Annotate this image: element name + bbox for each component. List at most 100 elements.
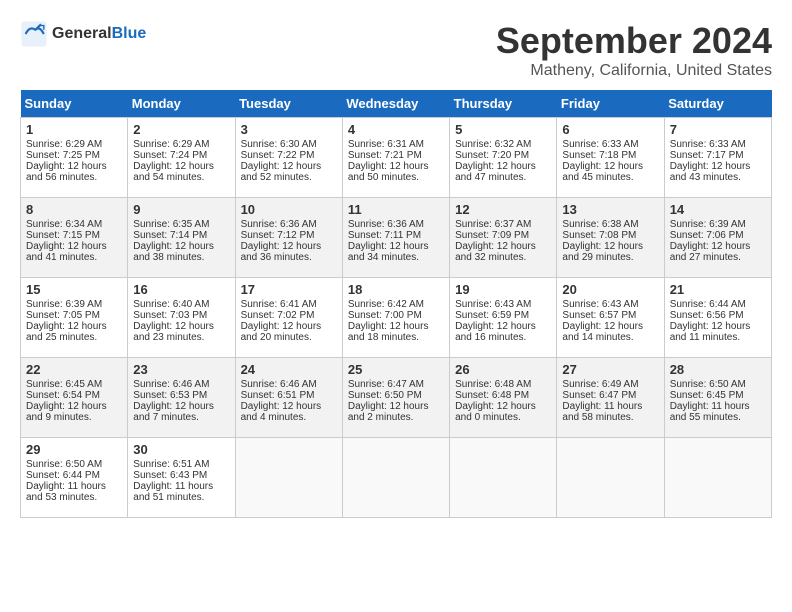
daylight-label: Daylight: 12 hours and 32 minutes. [455,241,536,263]
day-number: 25 [348,362,444,377]
day-number: 12 [455,202,551,217]
col-saturday: Saturday [664,90,771,118]
day-number: 20 [562,282,658,297]
calendar-cell: 3Sunrise: 6:30 AMSunset: 7:22 PMDaylight… [235,118,342,198]
calendar-cell [557,438,664,518]
calendar-cell [235,438,342,518]
sunset-label: Sunset: 7:03 PM [133,310,207,321]
day-number: 9 [133,202,229,217]
page-container: GeneralBlue September 2024 Matheny, Cali… [20,20,772,518]
daylight-label: Daylight: 12 hours and 41 minutes. [26,241,107,263]
calendar-cell: 9Sunrise: 6:35 AMSunset: 7:14 PMDaylight… [128,198,235,278]
calendar-cell: 20 Sunrise: 6:43 AMSunset: 6:57 PMDayligh… [557,278,664,358]
day-number: 28 [670,362,766,377]
sunrise-label: Sunrise: 6:36 AM [241,219,317,230]
calendar-table: Sunday Monday Tuesday Wednesday Thursday… [20,90,772,518]
sunset-label: Sunset: 7:21 PM [348,150,422,161]
day-number: 1 [26,122,122,137]
sunrise-label: Sunrise: 6:41 AM [241,299,317,310]
sunset-label: Sunset: 7:25 PM [26,150,100,161]
sunset-label: Sunset: 7:06 PM [670,230,744,241]
sunrise-label: Sunrise: 6:49 AM [562,379,638,390]
day-number: 29 [26,442,122,457]
col-thursday: Thursday [450,90,557,118]
daylight-label: Daylight: 12 hours and 25 minutes. [26,321,107,343]
sunrise-label: Sunrise: 6:50 AM [670,379,746,390]
sunset-label: Sunset: 7:22 PM [241,150,315,161]
sunset-label: Sunset: 7:09 PM [455,230,529,241]
daylight-label: Daylight: 12 hours and 36 minutes. [241,241,322,263]
sunrise-label: Sunrise: 6:40 AM [133,299,209,310]
sunset-label: Sunset: 7:11 PM [348,230,421,241]
header: GeneralBlue September 2024 Matheny, Cali… [20,20,772,80]
daylight-label: Daylight: 12 hours and 7 minutes. [133,401,214,423]
sunrise-label: Sunrise: 6:36 AM [348,219,424,230]
daylight-label: Daylight: 12 hours and 52 minutes. [241,161,322,183]
sunset-label: Sunset: 6:48 PM [455,390,529,401]
daylight-label: Daylight: 12 hours and 2 minutes. [348,401,429,423]
calendar-cell: 30Sunrise: 6:51 AMSunset: 6:43 PMDayligh… [128,438,235,518]
day-number: 18 [348,282,444,297]
daylight-label: Daylight: 12 hours and 9 minutes. [26,401,107,423]
daylight-label: Daylight: 12 hours and 27 minutes. [670,241,751,263]
daylight-label: Daylight: 12 hours and 14 minutes. [562,321,643,343]
daylight-label: Daylight: 12 hours and 0 minutes. [455,401,536,423]
logo-text: GeneralBlue [52,25,146,43]
sunrise-label: Sunrise: 6:46 AM [241,379,317,390]
sunset-label: Sunset: 7:00 PM [348,310,422,321]
sunset-label: Sunset: 7:08 PM [562,230,636,241]
sunset-label: Sunset: 7:20 PM [455,150,529,161]
calendar-cell: 4Sunrise: 6:31 AMSunset: 7:21 PMDaylight… [342,118,449,198]
day-number: 30 [133,442,229,457]
calendar-week-5: 29Sunrise: 6:50 AMSunset: 6:44 PMDayligh… [21,438,772,518]
sunset-label: Sunset: 7:17 PM [670,150,744,161]
calendar-cell: 29Sunrise: 6:50 AMSunset: 6:44 PMDayligh… [21,438,128,518]
calendar-week-2: 8Sunrise: 6:34 AMSunset: 7:15 PMDaylight… [21,198,772,278]
sunrise-label: Sunrise: 6:48 AM [455,379,531,390]
sunrise-label: Sunrise: 6:43 AM [562,299,638,310]
day-number: 3 [241,122,337,137]
day-number: 10 [241,202,337,217]
day-number: 15 [26,282,122,297]
calendar-cell: 13Sunrise: 6:38 AMSunset: 7:08 PMDayligh… [557,198,664,278]
sunrise-label: Sunrise: 6:46 AM [133,379,209,390]
day-number: 14 [670,202,766,217]
sunset-label: Sunset: 7:15 PM [26,230,100,241]
logo: GeneralBlue [20,20,146,48]
calendar-cell: 1Sunrise: 6:29 AMSunset: 7:25 PMDaylight… [21,118,128,198]
sunrise-label: Sunrise: 6:42 AM [348,299,424,310]
day-number: 8 [26,202,122,217]
header-row: Sunday Monday Tuesday Wednesday Thursday… [21,90,772,118]
day-number: 27 [562,362,658,377]
daylight-label: Daylight: 12 hours and 43 minutes. [670,161,751,183]
day-number: 19 [455,282,551,297]
calendar-cell: 8Sunrise: 6:34 AMSunset: 7:15 PMDaylight… [21,198,128,278]
col-sunday: Sunday [21,90,128,118]
day-number: 24 [241,362,337,377]
sunset-label: Sunset: 6:57 PM [562,310,636,321]
day-number: 6 [562,122,658,137]
sunset-label: Sunset: 6:47 PM [562,390,636,401]
calendar-cell: 18Sunrise: 6:42 AMSunset: 7:00 PMDayligh… [342,278,449,358]
sunset-label: Sunset: 7:05 PM [26,310,100,321]
sunrise-label: Sunrise: 6:45 AM [26,379,102,390]
calendar-week-3: 15Sunrise: 6:39 AMSunset: 7:05 PMDayligh… [21,278,772,358]
calendar-cell: 27Sunrise: 6:49 AMSunset: 6:47 PMDayligh… [557,358,664,438]
sunrise-label: Sunrise: 6:33 AM [670,139,746,150]
calendar-cell: 6Sunrise: 6:33 AMSunset: 7:18 PMDaylight… [557,118,664,198]
daylight-label: Daylight: 12 hours and 50 minutes. [348,161,429,183]
daylight-label: Daylight: 12 hours and 34 minutes. [348,241,429,263]
calendar-cell [664,438,771,518]
day-number: 5 [455,122,551,137]
col-tuesday: Tuesday [235,90,342,118]
sunset-label: Sunset: 6:51 PM [241,390,315,401]
title-area: September 2024 Matheny, California, Unit… [496,20,772,80]
calendar-cell: 12Sunrise: 6:37 AMSunset: 7:09 PMDayligh… [450,198,557,278]
calendar-cell: 14Sunrise: 6:39 AMSunset: 7:06 PMDayligh… [664,198,771,278]
daylight-label: Daylight: 11 hours and 55 minutes. [670,401,750,423]
calendar-cell: 22Sunrise: 6:45 AMSunset: 6:54 PMDayligh… [21,358,128,438]
daylight-label: Daylight: 12 hours and 56 minutes. [26,161,107,183]
sunset-label: Sunset: 6:56 PM [670,310,744,321]
calendar-cell: 2Sunrise: 6:29 AMSunset: 7:24 PMDaylight… [128,118,235,198]
sunrise-label: Sunrise: 6:50 AM [26,459,102,470]
